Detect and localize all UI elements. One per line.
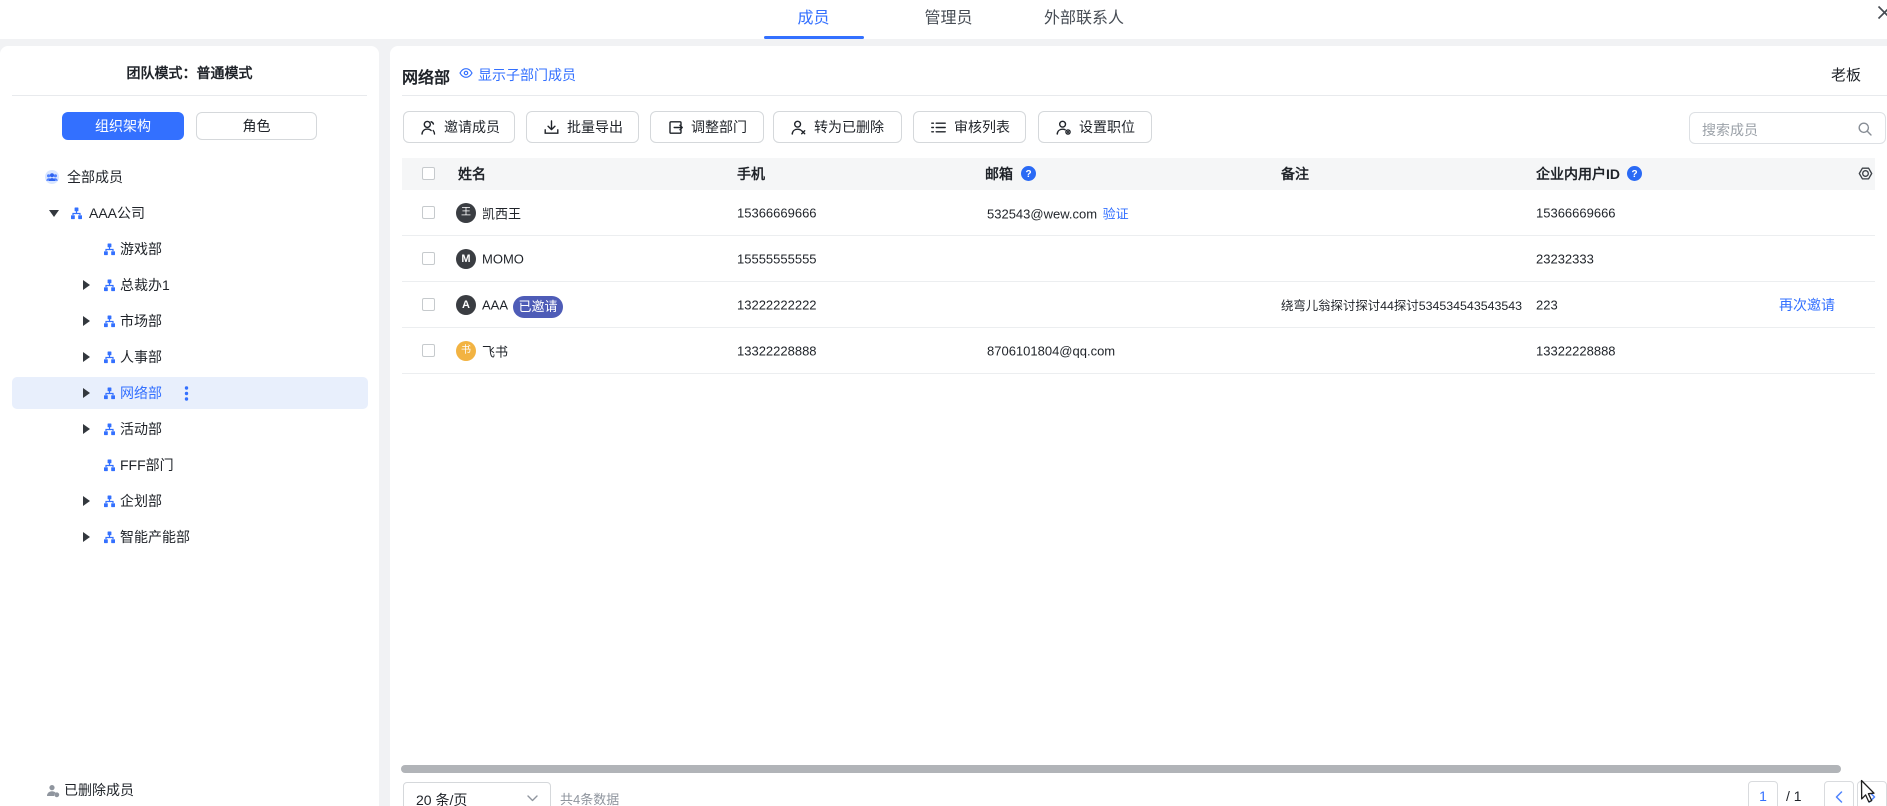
svg-text:?: ? [1631, 169, 1637, 180]
svg-text:?: ? [1025, 169, 1031, 180]
